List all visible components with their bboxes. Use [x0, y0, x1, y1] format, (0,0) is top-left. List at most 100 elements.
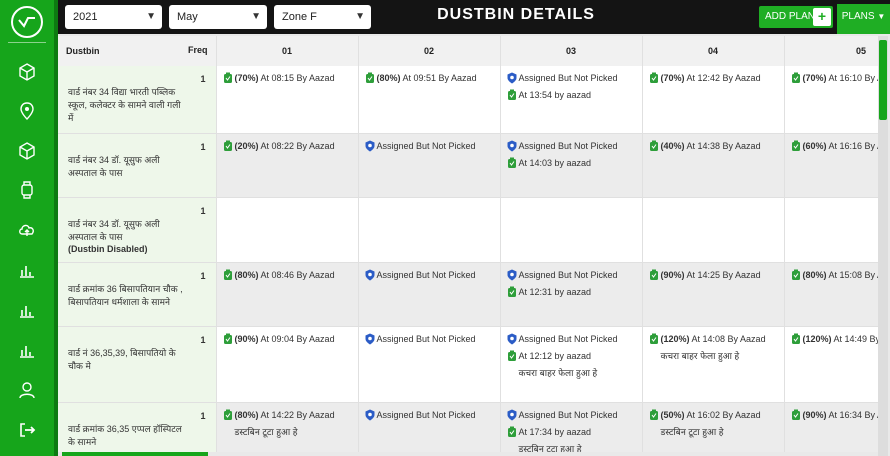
- cube-icon[interactable]: [17, 62, 37, 82]
- pickup-detail: At 17:34 by aazad: [518, 427, 592, 437]
- dustbin-picked-icon: [223, 409, 235, 424]
- day-cell[interactable]: Assigned But Not Picked: [358, 133, 501, 198]
- day-cell[interactable]: Assigned But Not Picked: [358, 262, 501, 327]
- plans-dropdown[interactable]: PLANS ▼: [837, 4, 890, 34]
- pickup-detail: Assigned But Not Picked: [518, 270, 618, 280]
- fill-percent: (80%): [234, 270, 259, 280]
- day-cell[interactable]: (70%) At 16:10 By Aazad: [784, 66, 878, 134]
- cloud-upload-icon[interactable]: [17, 220, 37, 240]
- pickup-text: (20%) At 08:22 By Aazad: [235, 140, 335, 152]
- day-cell[interactable]: Assigned But Not Picked At 17:34 by aazad…: [500, 402, 643, 452]
- assigned-shield-icon: [507, 409, 519, 424]
- day-cell[interactable]: (90%) At 14:25 By Aazad: [642, 262, 785, 327]
- pickup-detail: Assigned But Not Picked: [518, 141, 618, 151]
- horizontal-scrollbar-thumb[interactable]: [62, 452, 208, 456]
- bar-chart-icon[interactable]: [17, 340, 37, 360]
- logout-icon[interactable]: [17, 420, 37, 440]
- dustbin-cell: 1 वार्ड नं 36,35,39, बिसापतियो के चौक मे: [58, 326, 217, 403]
- bar-chart-icon[interactable]: [17, 300, 37, 320]
- day-cell[interactable]: [216, 197, 359, 263]
- bar-chart-icon[interactable]: [17, 260, 37, 280]
- user-icon[interactable]: [17, 380, 37, 400]
- zone-select[interactable]: Zone F ▼: [274, 5, 371, 29]
- pickup-entry: (120%) At 14:08 By Aazad: [649, 333, 778, 348]
- pickup-entry: Assigned But Not Picked: [365, 269, 494, 284]
- col-header-day: 01: [216, 36, 359, 66]
- day-cell[interactable]: (60%) At 16:16 By Aazad: [784, 133, 878, 198]
- pickup-text: Assigned But Not Picked: [377, 333, 476, 345]
- day-cell[interactable]: (20%) At 08:22 By Aazad: [216, 133, 359, 198]
- day-cell[interactable]: (70%) At 08:15 By Aazad: [216, 66, 359, 134]
- day-cell[interactable]: Assigned But Not Picked At 14:03 by aazad: [500, 133, 643, 198]
- day-cell[interactable]: (40%) At 14:38 By Aazad: [642, 133, 785, 198]
- dustbin-disabled-label: (Dustbin Disabled): [68, 244, 148, 254]
- day-cell[interactable]: Assigned But Not Picked: [358, 326, 501, 403]
- pickup-text: Assigned But Not Picked: [519, 269, 618, 281]
- day-cell[interactable]: Assigned But Not Picked: [358, 402, 501, 452]
- pickup-remark: कचरा बाहर फेला हुआ हे: [518, 368, 598, 378]
- assigned-shield-icon: [365, 333, 377, 348]
- pickup-detail: At 15:08 By Aazad: [828, 270, 878, 280]
- fill-percent: (90%): [234, 334, 259, 344]
- pickup-remark: डस्टबिन टूटा हुआ हे: [518, 444, 582, 452]
- dustbin-picked-icon: [791, 72, 803, 87]
- day-cell[interactable]: (90%) At 09:04 By Aazad: [216, 326, 359, 403]
- pickup-detail: At 14:25 By Aazad: [684, 270, 761, 280]
- table-row: 1 वार्ड नं 36,35,39, बिसापतियो के चौक मे (…: [58, 326, 878, 403]
- pickup-text: (50%) At 16:02 By Aazad: [661, 409, 761, 421]
- fill-percent: (50%): [660, 410, 685, 420]
- day-cell[interactable]: (120%) At 14:08 By Aazad कचरा बाहर फेला ह…: [642, 326, 785, 403]
- pickup-detail: Assigned But Not Picked: [518, 73, 618, 83]
- day-cell[interactable]: (120%) At 14:49 By Aazad: [784, 326, 878, 403]
- pickup-detail: At 12:42 By Aazad: [684, 73, 761, 83]
- pickup-remark: कचरा बाहर फेला हुआ हे: [660, 351, 740, 361]
- fill-percent: (120%): [660, 334, 690, 344]
- fill-percent: (70%): [802, 73, 827, 83]
- table-row: 1 वार्ड नंबर 34 डॉ. यूसुफ अली अस्पताल के …: [58, 197, 878, 263]
- location-pin-icon[interactable]: [17, 101, 37, 121]
- scrollbar-thumb[interactable]: [879, 40, 887, 120]
- month-select[interactable]: May ▼: [169, 5, 267, 29]
- pickup-entry: (80%) At 14:22 By Aazad: [223, 409, 352, 424]
- logo-icon[interactable]: [11, 6, 43, 38]
- dustbin-picked-icon: [649, 333, 661, 348]
- day-cell[interactable]: Assigned But Not Picked At 12:31 by aazad: [500, 262, 643, 327]
- add-plan-button[interactable]: ADD PLAN +: [759, 6, 833, 28]
- day-cell[interactable]: (80%) At 15:08 By Aazad: [784, 262, 879, 327]
- day-cell[interactable]: (90%) At 16:34 By Aazad: [784, 402, 878, 452]
- assigned-shield-icon: [507, 333, 519, 348]
- vertical-scrollbar[interactable]: [878, 36, 888, 456]
- day-cell[interactable]: (70%) At 12:42 By Aazad: [642, 66, 785, 134]
- pickup-entry: (50%) At 16:02 By Aazad: [649, 409, 778, 424]
- pickup-remark: डस्टबिन टूटा हुआ हे: [660, 427, 724, 437]
- pickup-detail: Assigned But Not Picked: [518, 410, 618, 420]
- day-cell[interactable]: [642, 197, 785, 263]
- pickup-text: At 12:12 by aazad: [519, 350, 592, 362]
- day-cell[interactable]: Assigned But Not Picked At 12:12 by aazad…: [500, 326, 643, 403]
- day-cell[interactable]: [500, 197, 643, 263]
- day-cell[interactable]: (50%) At 16:02 By Aazad डस्टबिन टूटा हुआ …: [642, 402, 785, 452]
- dustbin-picked-icon: [791, 409, 803, 424]
- pickup-detail: At 08:22 By Aazad: [258, 141, 335, 151]
- day-cell[interactable]: [784, 197, 878, 263]
- pickup-entry: Assigned But Not Picked: [365, 140, 494, 155]
- dustbin-table-container[interactable]: Dustbin Freq 01 02 03 04 05 1 वार्ड नंबर …: [58, 36, 878, 452]
- pickup-text: (80%) At 09:51 By Aazad: [377, 72, 477, 84]
- day-cell[interactable]: [358, 197, 501, 263]
- pickup-entry: Assigned But Not Picked: [507, 72, 636, 87]
- day-cell[interactable]: (80%) At 08:46 By Aazad: [216, 262, 359, 327]
- col-header-day: 03: [500, 36, 643, 66]
- watch-icon[interactable]: [17, 180, 37, 200]
- assigned-shield-icon: [365, 140, 377, 155]
- cube-outline-icon[interactable]: [17, 141, 37, 161]
- pickup-text: Assigned But Not Picked: [519, 140, 618, 152]
- day-cell[interactable]: (80%) At 09:51 By Aazad: [358, 66, 501, 134]
- pickup-text: (80%) At 15:08 By Aazad: [803, 269, 879, 281]
- pickup-text: At 17:34 by aazad: [519, 426, 592, 438]
- year-select[interactable]: 2021 ▼: [65, 5, 162, 29]
- dustbin-name: वार्ड क्रमांक 36,35 एप्पल हॉस्पिटल के सा…: [68, 424, 182, 447]
- day-cell[interactable]: (80%) At 14:22 By Aazad डस्टबिन टूटा हुआ …: [216, 402, 359, 452]
- day-cell[interactable]: Assigned But Not Picked At 13:54 by aazad: [500, 66, 643, 134]
- dustbin-picked-icon: [791, 140, 803, 155]
- pickup-entry: Assigned But Not Picked: [365, 409, 494, 424]
